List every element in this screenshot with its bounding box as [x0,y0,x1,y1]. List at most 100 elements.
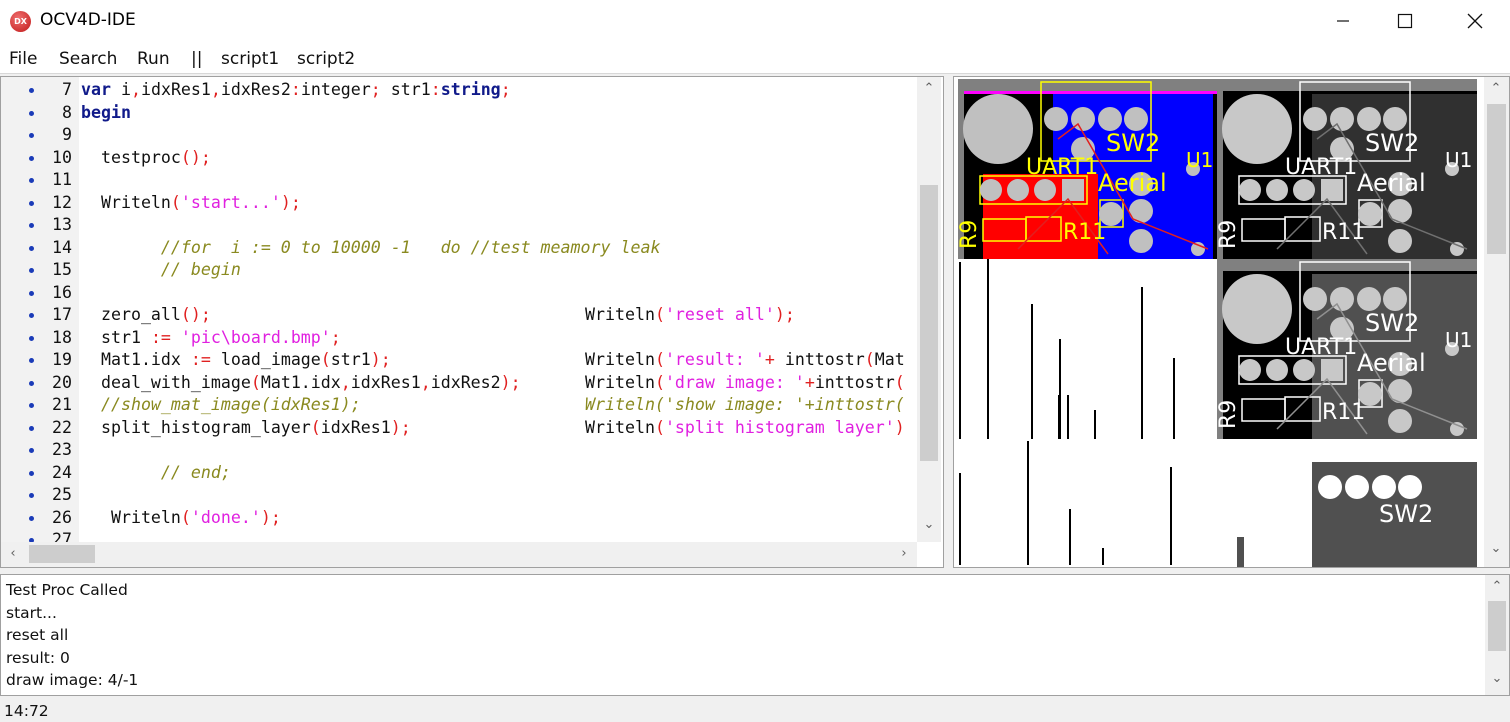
scroll-down-icon[interactable]: ⌄ [1487,671,1507,686]
image-vscroll-thumb[interactable] [1487,104,1506,254]
breakpoint-marker-icon[interactable] [29,223,34,228]
image-results-canvas: SW2UART1AerialU1R11R9SW2UART1AerialU1R11… [954,77,1482,567]
line-number: 19 [52,350,72,369]
mounting-hole [1222,274,1292,344]
code-line: 10 testproc(); [1,147,917,169]
breakpoint-marker-icon[interactable] [29,110,34,116]
editor-vscroll-thumb[interactable] [920,185,938,461]
cursor-position: 14:72 [4,702,49,720]
breakpoint-marker-icon[interactable] [29,358,34,363]
breakpoint-marker-icon[interactable] [29,290,34,296]
line-number: 10 [52,147,72,167]
menu-search[interactable]: Search [59,49,117,69]
line-number: 17 [52,305,72,324]
code-token: + [764,350,775,369]
editor-hscroll-thumb[interactable] [29,545,95,563]
breakpoint-marker-icon[interactable] [29,200,34,206]
code-line: 11 [1,169,917,191]
line-number: 14 [52,237,72,257]
scroll-right-icon[interactable]: › [894,546,914,561]
code-token: // end; [81,462,231,482]
scroll-down-icon[interactable]: ⌄ [1486,541,1506,556]
code-token: //for i := 0 to 10000 -1 do //test meamo… [81,237,661,257]
breakpoint-marker-icon[interactable] [29,448,34,453]
line-number: 23 [52,440,72,459]
code-text: begin [81,102,131,124]
code-editor[interactable]: 7 var i,idxRes1,idxRes2:integer; str1:str… [0,76,944,568]
breakpoint-marker-icon[interactable] [29,268,34,273]
scroll-up-icon[interactable]: ⌃ [1487,579,1507,594]
code-token: := [190,350,211,369]
breakpoint-marker-icon[interactable] [29,380,34,386]
menu-file[interactable]: File [9,49,37,69]
minimize-button[interactable] [1312,0,1374,42]
code-token: str1 [380,80,431,99]
code-token: 'pic\board.bmp' [180,327,331,347]
line-number: 22 [52,417,72,437]
breakpoint-marker-icon[interactable] [29,313,34,318]
code-line: 22 split_histogram_layer(idxRes1); Writel… [1,417,917,439]
image-viewer[interactable]: SW2 UART1 Aerial U1 R11 R9 SW2 UART1 Aerial U1 R11… [953,76,1510,568]
pad [1266,359,1288,381]
silkscreen-label: R9 [1216,400,1241,429]
menu-pause[interactable]: || [191,49,202,69]
breakpoint-marker-icon[interactable] [29,515,34,521]
code-line: 14 //for i := 0 to 10000 -1 do //test me… [1,237,917,259]
line-number: 16 [52,282,72,302]
breakpoint-marker-icon[interactable] [29,133,34,138]
code-token: ( [170,192,181,212]
output-console[interactable]: Test Proc Called start... reset all resu… [0,574,1510,696]
breakpoint-marker-icon[interactable] [29,245,34,251]
code-token: Writeln [585,305,655,324]
scroll-up-icon[interactable]: ⌃ [919,81,939,96]
code-token: , [210,80,221,99]
code-token: 'start...' [180,192,281,212]
code-token: (); [180,147,211,167]
output-line: Test Proc Called [6,581,128,599]
breakpoint-marker-icon[interactable] [29,155,34,161]
pad [1044,107,1068,131]
output-vscroll-thumb[interactable] [1488,601,1506,651]
pad [1357,107,1381,131]
output-vertical-scrollbar[interactable]: ⌃ ⌄ [1485,575,1509,695]
code-token: inttostr [774,350,865,369]
breakpoint-marker-icon[interactable] [29,403,34,408]
pad [1450,242,1464,256]
breakpoint-marker-icon[interactable] [29,470,34,476]
menu-run[interactable]: Run [137,49,170,69]
image-vertical-scrollbar[interactable]: ⌃ ⌄ [1484,77,1509,567]
code-text-column2: Writeln('show image: '+inttostr( [585,394,905,416]
image-tile-gray-layer: SW2 UART1Aerial U1 R11 R9 [1216,259,1477,439]
maximize-button[interactable] [1374,0,1436,42]
silkscreen-label: SW2 [1379,500,1433,528]
silkscreen-label: U1 [1445,328,1472,352]
pad [1388,409,1412,433]
code-token: integer [300,80,371,99]
pad [1034,179,1056,201]
scroll-left-icon[interactable]: ‹ [3,546,23,561]
code-line: 26 Writeln('done.'); [1,507,917,529]
code-text: Writeln('done.'); [81,507,281,529]
menu-script1[interactable]: script1 [221,49,279,69]
breakpoint-marker-icon[interactable] [29,335,34,341]
code-text: zero_all(); [81,304,211,326]
code-token: idxRes1 [320,417,391,437]
editor-horizontal-scrollbar[interactable]: ‹ › [1,542,917,567]
scroll-down-icon[interactable]: ⌄ [919,517,939,532]
scroll-up-icon[interactable]: ⌃ [1486,81,1506,96]
breakpoint-marker-icon[interactable] [29,178,34,183]
menu-script2[interactable]: script2 [297,49,355,69]
breakpoint-marker-icon[interactable] [29,425,34,431]
editor-vertical-scrollbar[interactable]: ⌃ ⌄ [917,77,941,542]
code-token: idxRes2 [220,80,291,99]
breakpoint-marker-icon[interactable] [29,88,34,93]
breakpoint-marker-icon[interactable] [29,493,34,498]
code-token: ; [500,80,511,99]
code-line: 12 Writeln('start...'); [1,192,917,214]
code-token: Writeln [81,507,181,527]
pad [1124,107,1148,131]
code-line: 8 begin [1,102,917,124]
code-token: , [420,372,431,392]
close-button[interactable] [1444,0,1506,42]
